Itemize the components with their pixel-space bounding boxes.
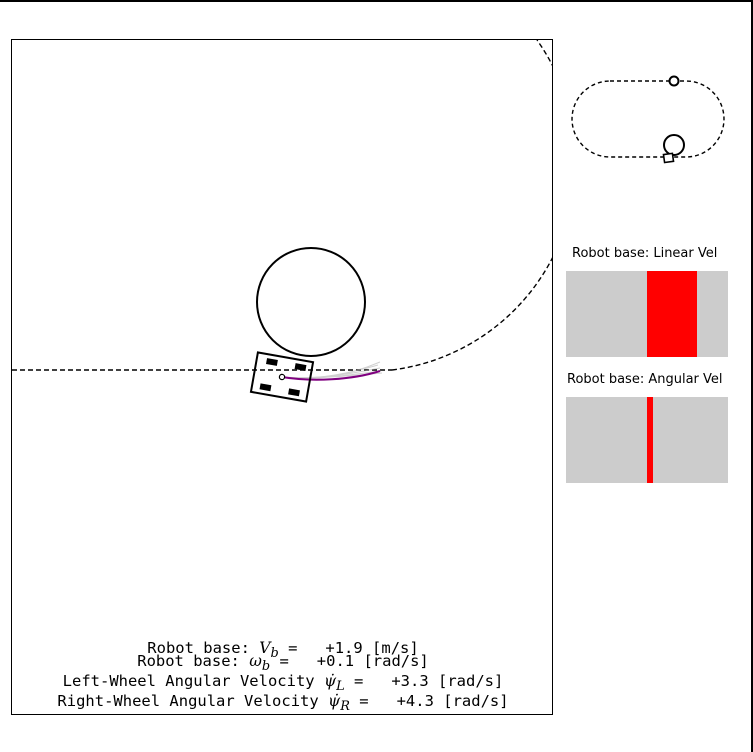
robot xyxy=(249,351,315,403)
mini-map xyxy=(571,75,725,164)
simulation-canvas xyxy=(12,40,552,403)
robot-wheel-rear-right xyxy=(288,388,300,397)
mini-map-robot xyxy=(662,152,675,164)
mini-map-track xyxy=(571,80,725,158)
window-top-border xyxy=(0,0,753,2)
robot-center-marker xyxy=(278,373,286,381)
right-wheel-velocity-readout: Right-Wheel Angular Velocity ψ̇R = +4.3 … xyxy=(57,692,509,715)
mini-map-goal-marker xyxy=(668,75,680,87)
linear-vel-gauge-fill xyxy=(647,271,698,357)
angular-vel-gauge xyxy=(566,397,728,483)
robot-wheel-front-left xyxy=(266,358,278,366)
robot-wheel-rear-left xyxy=(259,383,272,392)
linear-vel-gauge-title: Robot base: Linear Vel xyxy=(572,246,718,261)
linear-vel-gauge xyxy=(566,271,728,357)
angular-vel-gauge-title: Robot base: Angular Vel xyxy=(567,372,723,387)
track-arc xyxy=(391,40,552,371)
simulation-view: Robot base: Vb = +1.9 [m/s] Robot base: … xyxy=(11,39,553,715)
mini-map-obstacle xyxy=(663,134,685,156)
angular-vel-gauge-fill xyxy=(647,397,654,483)
obstacle-circle xyxy=(256,247,366,357)
